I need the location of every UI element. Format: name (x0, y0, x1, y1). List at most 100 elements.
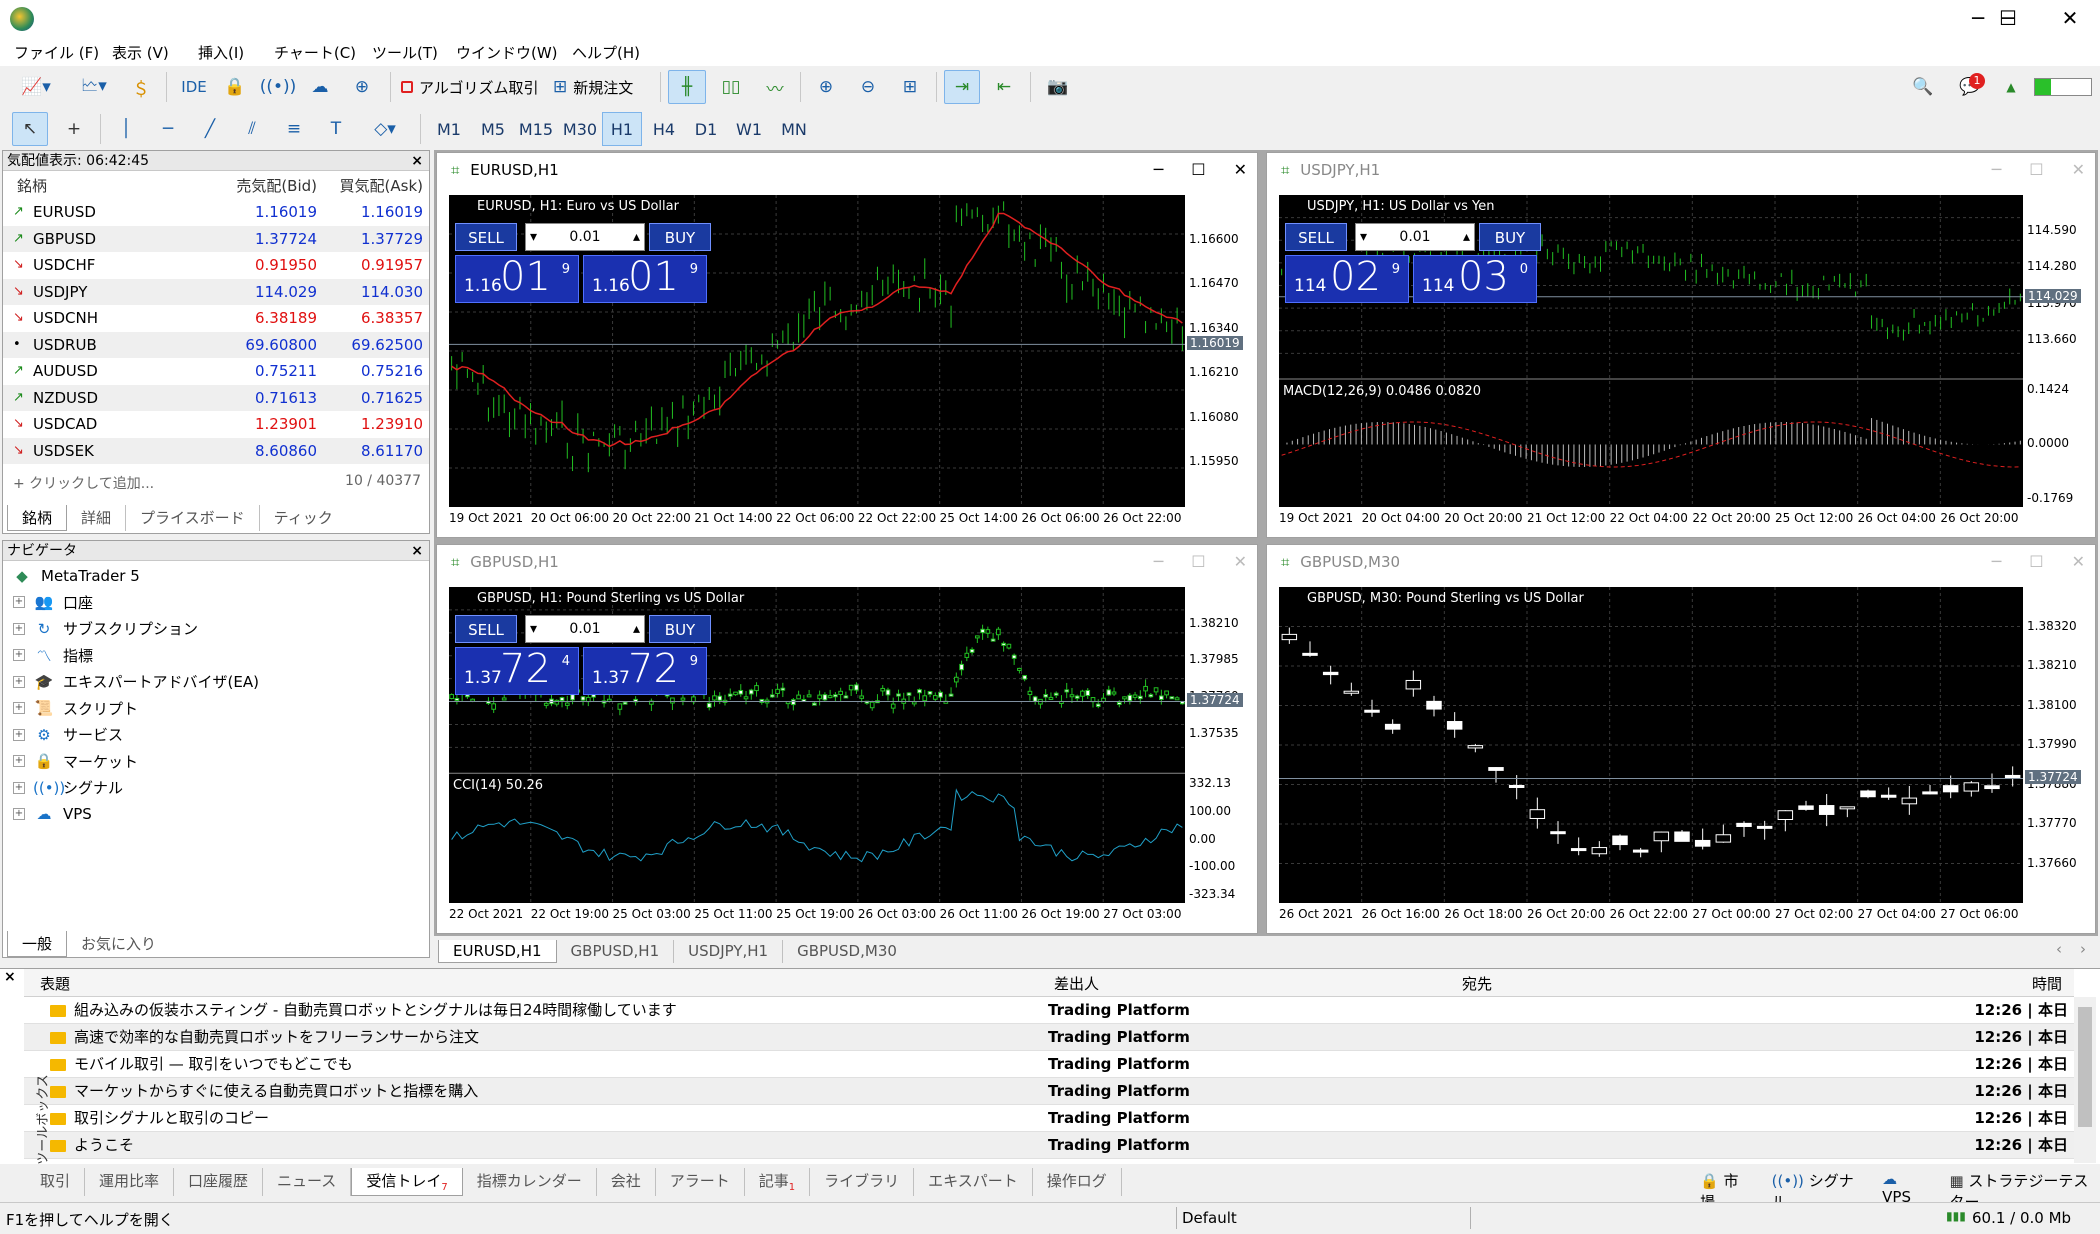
timeframe-m15[interactable]: M15 (514, 112, 558, 146)
inbox-message-row[interactable]: 高速で効率的な自動売買ロボットをフリーランサーから注文 Trading Plat… (24, 1024, 2074, 1051)
market-icon[interactable]: ＄ (126, 70, 156, 104)
timeframe-mn[interactable]: MN (772, 112, 816, 146)
sell-button[interactable]: SELL (455, 615, 517, 643)
autoscroll-icon[interactable]: ⇥ (944, 70, 980, 104)
header-to[interactable]: 宛先 (1462, 973, 1492, 994)
expand-icon[interactable]: + (13, 675, 25, 688)
close-icon[interactable]: ✕ (1234, 153, 1247, 187)
market-watch-row[interactable]: ↘ USDCNH 6.38189 6.38357 (3, 305, 429, 331)
buy-button[interactable]: BUY (649, 615, 711, 643)
chart-tab-eurusd-h1[interactable]: EURUSD,H1 (438, 940, 557, 963)
toolbox-tab[interactable]: ライブラリ (810, 1168, 915, 1196)
market-watch-row[interactable]: ↘ USDCAD 1.23901 1.23910 (3, 411, 429, 437)
tab-favorites[interactable]: お気に入り (67, 931, 170, 957)
menu-insert[interactable]: 挿入(I) (198, 42, 244, 63)
col-bid[interactable]: 売気配(Bid) (236, 173, 317, 199)
toolbox-tab[interactable]: 操作ログ (1033, 1168, 1122, 1196)
toolbox-tab[interactable]: 取引 (26, 1168, 86, 1196)
notifications-icon[interactable]: 💬 1 (1950, 70, 1990, 104)
menu-chart[interactable]: チャート(C) (274, 42, 356, 63)
tab-details[interactable]: 詳細 (67, 505, 127, 531)
channel-icon[interactable]: ⫽ (234, 112, 270, 146)
nav-item[interactable]: + ((•)) シグナル (13, 775, 123, 801)
lot-size-input[interactable]: ▾ 0.01 ▴ (525, 223, 645, 251)
expand-icon[interactable]: + (13, 808, 25, 820)
nav-item[interactable]: + ↻ サブスクリプション (13, 616, 198, 642)
col-ask[interactable]: 買気配(Ask) (340, 173, 423, 199)
tab-general[interactable]: 一般 (7, 931, 68, 957)
lot-increase-icon[interactable]: ▴ (1463, 224, 1470, 250)
chart-window[interactable]: ⌗ GBPUSD,H1 ─ ☐ ✕ GBPUSD, H1: Pound Sterli… (436, 544, 1258, 934)
market-watch-row[interactable]: ↗ EURUSD 1.16019 1.16019 (3, 199, 429, 225)
chart-tab-usdjpy-h1[interactable]: USDJPY,H1 (674, 940, 784, 963)
price-chart[interactable]: GBPUSD, H1: Pound Sterling vs US Dollar C… (449, 587, 1185, 903)
text-icon[interactable]: T (318, 112, 354, 146)
header-time[interactable]: 時間 (2032, 973, 2062, 994)
tile-windows-icon[interactable]: ⊞ (892, 70, 928, 104)
toolbox-tab[interactable]: エキスパート (914, 1168, 1033, 1196)
nav-item[interactable]: + 👥 口座 (13, 589, 93, 615)
minimize-icon[interactable]: ─ (1154, 153, 1164, 187)
market-watch-row[interactable]: ↗ NZDUSD 0.71613 0.71625 (3, 384, 429, 411)
inbox-message-row[interactable]: マーケットからすぐに使える自動売買ロボットと指標を購入 Trading Plat… (24, 1078, 2074, 1105)
toolbox-tab[interactable]: 運用比率 (85, 1168, 175, 1196)
close-icon[interactable]: × (411, 541, 423, 561)
expand-icon[interactable]: + (13, 702, 25, 714)
expand-icon[interactable]: + (13, 728, 25, 741)
fibonacci-icon[interactable]: ≡ (276, 112, 312, 146)
cursor-icon[interactable]: ↖ (12, 112, 48, 146)
tab-symbols[interactable]: 銘柄 (7, 505, 68, 531)
chart-window[interactable]: ⌗ USDJPY,H1 ─ ☐ ✕ USDJPY, H1: US Dollar vs… (1266, 152, 2096, 538)
menu-file[interactable]: ファイル (F) (14, 42, 99, 63)
chart-window-header[interactable]: ⌗ GBPUSD,H1 ─ ☐ ✕ (437, 545, 1257, 579)
chart-window[interactable]: ⌗ EURUSD,H1 ─ ☐ ✕ EURUSD, H1: Euro vs US D… (436, 152, 1258, 538)
lock-icon[interactable]: 🔒 (220, 70, 250, 104)
chart-shift-icon[interactable]: ⇤ (986, 70, 1022, 104)
chart-tab-gbpusd-h1[interactable]: GBPUSD,H1 (557, 940, 675, 963)
sell-price[interactable]: 1.16 01 9 (455, 254, 579, 303)
menu-window[interactable]: ウインドウ(W) (456, 42, 558, 63)
close-icon[interactable]: × (4, 969, 16, 985)
market-watch-row[interactable]: ↗ GBPUSD 1.37724 1.37729 (3, 225, 429, 252)
expand-icon[interactable]: + (13, 596, 25, 608)
menu-view[interactable]: 表示 (V) (112, 42, 169, 63)
market-watch-row[interactable]: ↘ USDJPY 114.029 114.030 (3, 278, 429, 305)
buy-price[interactable]: 1.37 72 9 (583, 646, 707, 695)
sell-button[interactable]: SELL (1285, 223, 1347, 251)
scrollbar-thumb[interactable] (2078, 1007, 2092, 1127)
zoom-out-icon[interactable]: ⊖ (850, 70, 886, 104)
lot-decrease-icon[interactable]: ▾ (530, 224, 537, 250)
timeframe-h1[interactable]: H1 (602, 112, 642, 146)
timeframe-m1[interactable]: M1 (428, 112, 470, 146)
minimize-icon[interactable]: ─ (1992, 545, 2002, 579)
expand-icon[interactable]: + (13, 755, 25, 767)
tab-scroll-left-icon[interactable]: ‹ (2056, 940, 2062, 958)
tab-priceboard[interactable]: プライスボード (126, 505, 260, 531)
minimize-icon[interactable]: ─ (1154, 545, 1164, 579)
lot-decrease-icon[interactable]: ▾ (530, 616, 537, 642)
menu-tools[interactable]: ツール(T) (372, 42, 438, 63)
sell-price[interactable]: 114 02 9 (1285, 254, 1409, 303)
chart-window-header[interactable]: ⌗ EURUSD,H1 ─ ☐ ✕ (437, 153, 1257, 187)
lot-size-input[interactable]: ▾ 0.01 ▴ (1355, 223, 1475, 251)
close-icon[interactable]: ✕ (2072, 153, 2085, 187)
header-subject[interactable]: 表題 (40, 973, 70, 994)
price-chart[interactable]: USDJPY, H1: US Dollar vs Yen MACD(12,26,9… (1279, 195, 2023, 507)
inbox-message-row[interactable]: 組み込みの仮装ホスティング - 自動売買ロボットとシグナルは毎日24時間稼働して… (24, 997, 2074, 1024)
expand-icon[interactable]: + (13, 622, 25, 635)
inbox-message-row[interactable]: 取引シグナルと取引のコピー Trading Platform 12:26 | 本… (24, 1105, 2074, 1132)
inbox-message-row[interactable]: モバイル取引 — 取引をいつでもどこでも Trading Platform 12… (24, 1051, 2074, 1078)
chart-window-header[interactable]: ⌗ GBPUSD,M30 ─ ☐ ✕ (1267, 545, 2095, 579)
status-profile[interactable]: Default (1182, 1209, 1237, 1227)
maximize-icon[interactable]: ☐ (1191, 545, 1205, 579)
lot-size-input[interactable]: ▾ 0.01 ▴ (525, 615, 645, 643)
expand-icon[interactable]: + (13, 781, 25, 794)
vertical-line-icon[interactable]: │ (108, 112, 144, 146)
timeframe-d1[interactable]: D1 (686, 112, 726, 146)
col-symbol[interactable]: 銘柄 (17, 173, 47, 199)
lot-increase-icon[interactable]: ▴ (633, 616, 640, 642)
new-order-button[interactable]: ⊞ 新規注文 (552, 70, 652, 104)
inbox-message-row[interactable]: ようこそ Trading Platform 12:26 | 本日 (24, 1132, 2074, 1159)
crosshair-icon[interactable]: + (56, 112, 92, 146)
nav-item[interactable]: + 🎓 エキスパートアドバイザ(EA) (13, 669, 259, 695)
